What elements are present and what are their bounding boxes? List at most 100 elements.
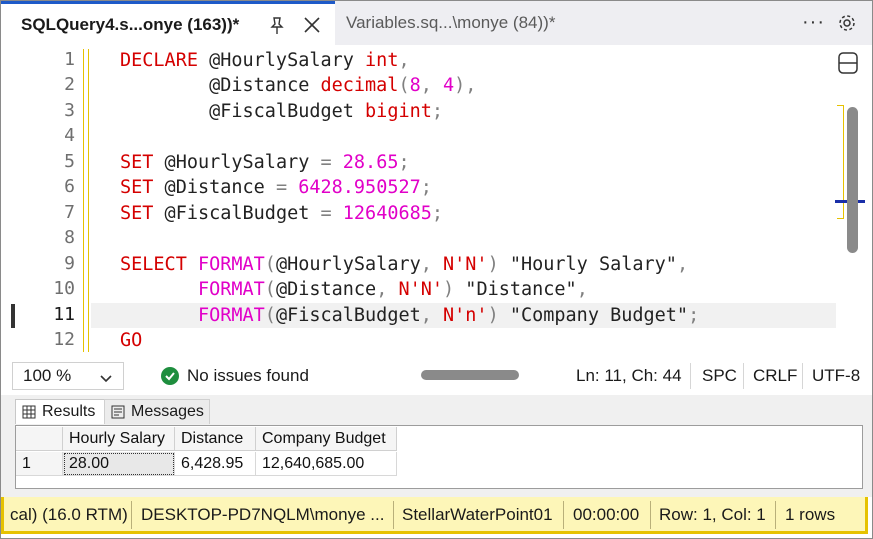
code-token: @FiscalBudget [275,305,421,326]
row-number[interactable]: 1 [16,452,63,476]
tab-label: Variables.sq...\monye (84))* [346,13,556,32]
code-editor[interactable]: 1 2 3 4 5 6 7 8 9 10 11 12 DECLARE @Hour… [1,45,872,357]
zoom-value: 100 % [23,366,72,385]
grid-icon [22,405,36,419]
change-tracking-bar [83,49,89,352]
code-token: @Distance [275,279,377,300]
pin-icon[interactable] [269,17,285,40]
code-token: ( [264,279,276,300]
tab-variables[interactable]: Variables.sq...\monye (84))* [337,1,667,45]
code-line: @FiscalBudget bigint; [120,99,443,124]
code-token: @HourlySalary [153,152,321,173]
divider [563,501,564,529]
code-token: ; [398,152,410,173]
sql-code[interactable]: DECLARE @HourlySalary int, @Distance dec… [120,45,699,351]
code-token: 6428.950527 [298,177,421,198]
code-token: ( [264,254,276,275]
code-token: "Distance" [454,279,577,300]
row-header-corner[interactable] [16,427,63,451]
line-number: 1 [64,49,75,70]
code-token: , [576,279,588,300]
divider [650,501,651,529]
code-token: = [275,177,288,198]
code-token: ; [431,101,444,122]
code-token: @FiscalBudget [120,101,366,122]
code-token: "Hourly Salary" [498,254,677,275]
vertical-scrollbar[interactable] [847,107,858,253]
code-token: N'N' [398,279,444,300]
server-version: cal) (16.0 RTM) [10,505,128,524]
column-header[interactable]: Company Budget [256,427,397,451]
results-pane: Results Messages Hourly Salary Distance … [1,395,872,497]
table-cell[interactable]: 6,428.95 [175,452,256,476]
encoding[interactable]: UTF-8 [812,366,860,386]
code-token: N'N' [443,254,488,275]
code-line: SET @FiscalBudget = 12640685; [120,201,443,226]
code-line: DECLARE @HourlySalary int, [120,48,410,73]
code-token: DECLARE [120,50,198,71]
close-icon[interactable] [303,16,321,39]
results-grid[interactable]: Hourly Salary Distance Company Budget 1 … [15,425,863,489]
tab-results[interactable]: Results [15,399,105,424]
code-token: ) [487,305,499,326]
code-token: @Distance [153,177,276,198]
tab-sqlquery4[interactable]: SQLQuery4.s...onye (163))* [1,1,335,45]
connection-status-bar: cal) (16.0 RTM) DESKTOP-PD7NQLM\monye ..… [1,497,868,534]
message-icon [111,405,125,419]
split-editor-icon[interactable] [837,51,859,80]
code-token: , [398,50,410,71]
code-token: 8 [409,75,421,96]
table-cell[interactable]: 12,640,685.00 [256,452,397,476]
server-name: DESKTOP-PD7NQLM\monye ... [141,505,385,524]
column-header[interactable]: Distance [175,427,256,451]
code-token: 12640685 [342,203,432,224]
gear-icon[interactable] [837,13,857,38]
chevron-down-icon [99,370,113,390]
line-number: 2 [64,74,75,95]
line-number: 10 [53,278,75,299]
code-token: , [420,75,444,96]
line-number-gutter: 1 2 3 4 5 6 7 8 9 10 11 12 [1,45,81,357]
divider [775,501,776,529]
code-token: @FiscalBudget [153,203,321,224]
code-token: SET [120,203,154,224]
code-line: @Distance decimal(8, 4), [120,73,476,98]
line-ending[interactable]: CRLF [753,366,797,386]
code-token: = [320,152,332,173]
code-token: , [420,305,444,326]
zoom-dropdown[interactable]: 100 % [12,362,124,390]
whitespace-mode[interactable]: SPC [702,366,737,386]
code-line: SELECT FORMAT(@HourlySalary, N'N') "Hour… [120,252,688,277]
check-circle-icon [161,367,179,385]
table-cell[interactable]: 28.00 [63,452,175,476]
code-token: "Company Budget" [498,305,689,326]
line-number: 12 [53,329,75,350]
issues-status[interactable]: No issues found [187,366,309,386]
cursor-position[interactable]: Ln: 11, Ch: 44 [576,366,682,386]
code-token: SET [120,152,154,173]
tab-messages[interactable]: Messages [104,399,210,424]
code-line: SET @HourlySalary = 28.65; [120,150,410,175]
code-token: 28.65 [342,152,399,173]
more-options-icon[interactable]: ··· [802,11,825,34]
editor-status-row: 100 % No issues found Ln: 11, Ch: 44 SPC… [1,357,872,395]
code-token: SELECT [120,254,187,275]
divider [802,363,803,389]
line-number: 9 [64,253,75,274]
line-number: 7 [64,202,75,223]
line-number: 3 [64,100,75,121]
column-header[interactable]: Hourly Salary [63,427,175,451]
horizontal-scrollbar[interactable] [421,370,519,380]
database-name: StellarWaterPoint01 [402,505,553,524]
table-row[interactable]: 1 28.00 6,428.95 12,640,685.00 [16,452,397,476]
code-token: FORMAT [197,254,265,275]
divider [393,501,394,529]
code-token: , [420,254,444,275]
code-token: ), [454,75,477,96]
code-token: bigint [365,101,432,122]
